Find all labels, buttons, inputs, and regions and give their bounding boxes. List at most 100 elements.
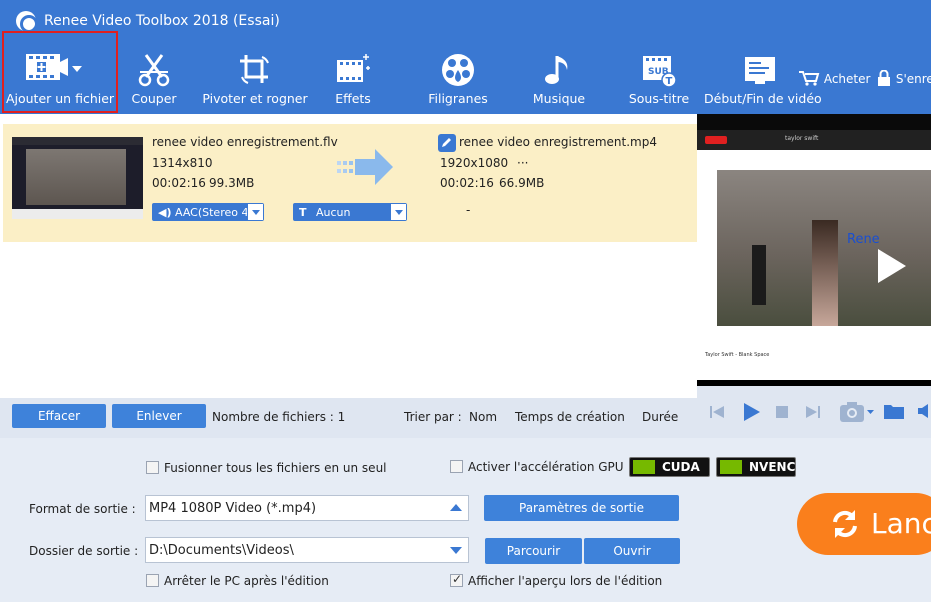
play-overlay-icon[interactable] — [868, 245, 910, 287]
window-title: Renee Video Toolbox 2018 (Essai) — [44, 13, 280, 29]
preview-label: Afficher l'aperçu lors de l'édition — [468, 574, 663, 588]
folder-value: D:\Documents\Videos\ — [149, 543, 294, 558]
output-size: 66.9MB — [499, 176, 545, 190]
folder-icon[interactable] — [883, 402, 905, 420]
preview-search-text: taylor swift — [785, 135, 819, 142]
merge-checkbox[interactable] — [146, 461, 159, 474]
audio-track-value: AAC(Stereo 4 — [175, 206, 249, 219]
music-label: Musique — [532, 91, 586, 106]
cart-icon — [799, 71, 820, 86]
text-icon: T — [299, 206, 307, 219]
lock-icon — [878, 69, 890, 86]
source-file-name: renee video enregistrement.flv — [152, 135, 338, 149]
subtitle-icon: SUB T — [643, 56, 677, 88]
effects-label: Effets — [335, 91, 371, 106]
subtitle-value: Aucun — [316, 206, 351, 219]
gpu-label: Activer l'accélération GPU — [468, 460, 624, 474]
chevron-down-icon — [247, 204, 263, 220]
output-file-name: renee video enregistrement.mp4 — [459, 135, 657, 149]
gpu-checkbox[interactable] — [450, 460, 463, 473]
buy-label: Acheter — [823, 72, 871, 86]
folder-label: Dossier de sortie : — [29, 544, 139, 558]
volume-icon[interactable] — [917, 403, 931, 419]
add-file-button[interactable]: Ajouter un fichier — [2, 31, 118, 113]
register-link[interactable]: S'enreg — [876, 69, 931, 86]
sort-by-duration[interactable]: Durée — [642, 410, 678, 424]
effects-icon — [337, 54, 370, 82]
file-list: renee video enregistrement.flv 1314x810 … — [0, 114, 697, 438]
preview-screen: taylor swift Rene Taylor Swift - Blank S… — [697, 130, 931, 380]
add-file-label: Ajouter un fichier — [5, 91, 115, 106]
nvenc-text: NVENC — [749, 460, 796, 474]
file-row[interactable]: renee video enregistrement.flv 1314x810 … — [3, 124, 697, 242]
format-select[interactable]: MP4 1080P Video (*.mp4) — [145, 495, 469, 521]
effects-button[interactable]: Effets — [318, 44, 388, 114]
remove-button[interactable]: Enlever — [112, 404, 206, 428]
video-thumbnail — [12, 137, 143, 219]
chevron-up-icon — [450, 504, 462, 511]
watermark-label: Filigranes — [428, 91, 488, 106]
file-count: Nombre de fichiers : 1 — [212, 410, 346, 424]
nvidia-logo-icon — [720, 460, 742, 474]
output-duration: 00:02:16 — [440, 176, 494, 190]
output-settings-button[interactable]: Paramètres de sortie — [484, 495, 679, 521]
browse-button[interactable]: Parcourir — [485, 538, 582, 564]
format-label: Format de sortie : — [29, 502, 136, 516]
output-more-info[interactable]: ··· — [517, 156, 528, 170]
source-resolution: 1314x810 — [152, 156, 213, 170]
cut-button[interactable]: Couper — [118, 44, 190, 114]
audio-track-dropdown[interactable]: ◀) AAC(Stereo 4 — [152, 203, 264, 221]
sort-label: Trier par : — [404, 410, 462, 424]
rotate-crop-icon — [240, 55, 269, 84]
folder-select[interactable]: D:\Documents\Videos\ — [145, 537, 469, 563]
open-folder-button[interactable]: Ouvrir — [584, 538, 680, 564]
chevron-down-icon — [450, 547, 462, 554]
shutdown-label: Arrêter le PC après l'édition — [164, 574, 329, 588]
chevron-down-icon — [390, 204, 406, 220]
format-value: MP4 1080P Video (*.mp4) — [149, 501, 317, 516]
subtitle-label: Sous-titre — [628, 91, 690, 106]
cuda-badge: CUDA — [629, 457, 710, 477]
extra-dash: - — [466, 203, 471, 217]
source-size: 99.3MB — [209, 176, 255, 190]
main-toolbar: Ajouter un fichier Couper Pivoter et rog… — [0, 31, 931, 114]
music-button[interactable]: Musique — [526, 44, 592, 114]
cut-label: Couper — [131, 91, 177, 106]
app-logo-icon — [16, 11, 38, 33]
title-bar: Renee Video Toolbox 2018 (Essai) — [0, 0, 931, 44]
nvidia-logo-icon — [633, 460, 655, 474]
preview-browser-bar: taylor swift — [697, 130, 931, 150]
buy-link[interactable]: Acheter — [798, 70, 870, 86]
launch-label: Lanc — [871, 507, 931, 540]
launch-button[interactable]: Lanc — [797, 493, 931, 555]
previous-icon[interactable] — [709, 404, 725, 420]
preview-checkbox[interactable] — [450, 572, 463, 587]
next-icon[interactable] — [805, 404, 821, 420]
scissors-icon — [138, 54, 170, 87]
output-settings-panel: Fusionner tous les fichiers en un seul A… — [0, 438, 931, 602]
film-add-icon — [26, 54, 82, 80]
stop-icon[interactable] — [775, 405, 789, 419]
subtitle-button[interactable]: SUB T Sous-titre — [624, 44, 694, 114]
svg-text:T: T — [666, 76, 673, 87]
list-actions-bar: Effacer Enlever Nombre de fichiers : 1 T… — [0, 398, 697, 438]
play-icon[interactable] — [741, 402, 761, 422]
cuda-text: CUDA — [662, 460, 700, 474]
output-resolution: 1920x1080 — [440, 156, 509, 170]
rotate-crop-label: Pivoter et rogner — [202, 91, 308, 106]
snapshot-icon[interactable] — [839, 401, 875, 423]
rotate-crop-button[interactable]: Pivoter et rogner — [200, 44, 310, 114]
shutdown-checkbox[interactable] — [146, 574, 159, 587]
clear-button[interactable]: Effacer — [12, 404, 106, 428]
sort-by-name[interactable]: Nom — [469, 410, 497, 424]
watermark-button[interactable]: Filigranes — [418, 44, 498, 114]
register-label: S'enreg — [895, 72, 931, 86]
source-duration: 00:02:16 — [152, 176, 206, 190]
preview-caption: Taylor Swift - Blank Space — [705, 352, 770, 358]
player-controls — [697, 386, 931, 438]
intro-outro-icon — [745, 57, 775, 84]
sort-by-created[interactable]: Temps de création — [515, 410, 625, 424]
speaker-icon: ◀) — [158, 206, 172, 219]
edit-output-icon[interactable] — [438, 134, 456, 152]
subtitle-dropdown[interactable]: T Aucun — [293, 203, 407, 221]
